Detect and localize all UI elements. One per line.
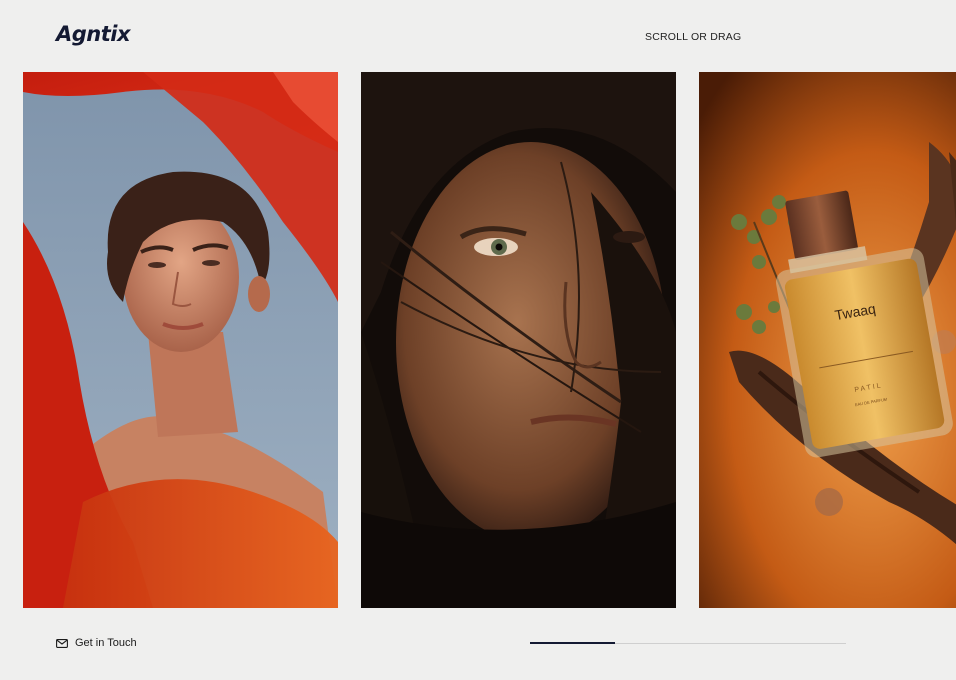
get-in-touch-label: Get in Touch [75, 637, 137, 649]
slider-progress[interactable] [530, 642, 846, 644]
gallery-card-man-red-fabric[interactable] [23, 72, 338, 608]
gallery-card-perfume-bottle[interactable]: Twaaq PATIL EAU DE PARFUM [699, 72, 956, 608]
perfume-bottle-image: Twaaq PATIL EAU DE PARFUM [699, 72, 956, 608]
woman-hair-portrait-image [361, 72, 676, 608]
scroll-hint: SCROLL OR DRAG [645, 31, 742, 43]
get-in-touch-link[interactable]: Get in Touch [56, 637, 137, 649]
gallery-card-woman-hair-portrait[interactable] [361, 72, 676, 608]
image-slider[interactable]: Twaaq PATIL EAU DE PARFUM [0, 72, 956, 608]
mail-icon [56, 638, 68, 648]
logo[interactable]: Agntix [56, 22, 131, 46]
progress-fill [530, 642, 616, 644]
man-red-fabric-image [23, 72, 338, 608]
